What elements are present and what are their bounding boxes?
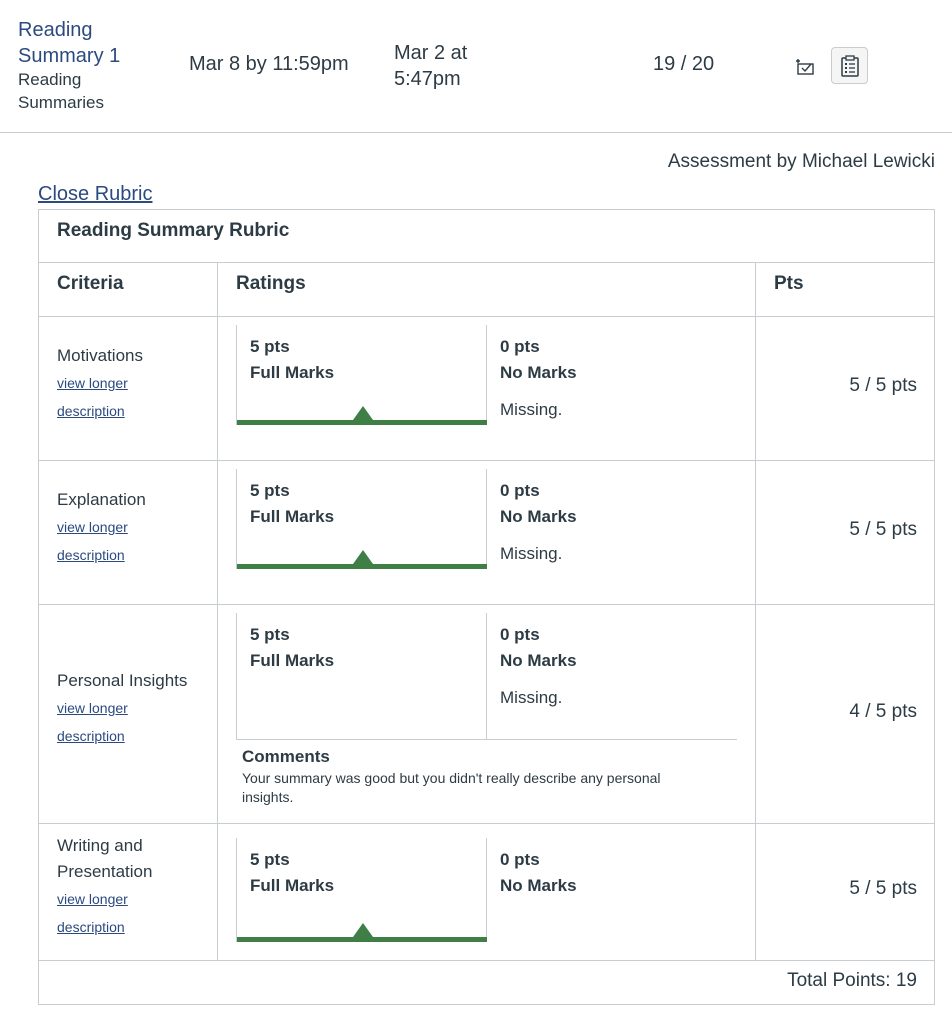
comment-check-icon[interactable]	[794, 55, 816, 77]
tier-label: No Marks	[500, 876, 577, 895]
ratings-cell: 5 pts Full Marks 0 pts No Marks	[218, 824, 756, 960]
criterion-row-personal-insights: Personal Insights view longer descriptio…	[39, 605, 934, 824]
criterion-row-motivations: Motivations view longer description 5 pt…	[39, 317, 934, 461]
criterion-cell: Personal Insights view longer descriptio…	[39, 605, 218, 823]
tier-label: Full Marks	[250, 507, 335, 526]
comments-title: Comments	[242, 747, 330, 766]
criterion-points: 5 / 5 pts	[849, 519, 917, 540]
tier-points: 0 pts	[500, 337, 540, 356]
criterion-row-explanation: Explanation view longer description 5 pt…	[39, 461, 934, 605]
rubric-table: Reading Summary Rubric Criteria Ratings …	[38, 209, 935, 1005]
rubric-clipboard-icon	[840, 54, 859, 77]
selected-indicator	[353, 923, 373, 937]
rating-tier-no-marks: 0 pts No Marks Missing.	[487, 325, 737, 425]
criterion-row-writing-presentation: Writing and Presentation view longer des…	[39, 824, 934, 961]
assignment-name-link[interactable]: Reading Summary 1	[18, 17, 158, 69]
assessor-comments: Comments Your summary was good but you d…	[236, 739, 737, 807]
criterion-description: Writing and Presentation	[57, 836, 153, 881]
criterion-points: 5 / 5 pts	[849, 878, 917, 899]
selected-bar	[237, 420, 487, 425]
description-text: description	[57, 919, 125, 935]
tier-label: No Marks	[500, 507, 577, 526]
view-longer-description-link[interactable]: view longer description	[57, 513, 217, 569]
header-ratings: Ratings	[218, 263, 756, 317]
rubric-button[interactable]	[831, 47, 868, 84]
view-longer-text: view longer	[57, 700, 128, 716]
tier-label: Full Marks	[250, 876, 335, 895]
criterion-cell: Motivations view longer description	[39, 317, 218, 460]
view-longer-description-link[interactable]: view longer description	[57, 885, 217, 941]
description-text: description	[57, 728, 125, 744]
view-longer-description-link[interactable]: view longer description	[57, 694, 217, 750]
ratings-cell: 5 pts Full Marks 0 pts No Marks Missing.…	[218, 605, 756, 823]
selected-bar	[237, 937, 487, 942]
header-pts: Pts	[756, 263, 934, 317]
view-longer-text: view longer	[57, 519, 128, 535]
points-cell: 5 / 5 pts	[756, 461, 934, 604]
view-longer-text: view longer	[57, 375, 128, 391]
ratings-cell: 5 pts Full Marks 0 pts No Marks Missing.	[218, 317, 756, 460]
rating-tier-full-marks: 5 pts Full Marks	[236, 613, 487, 739]
close-rubric-link[interactable]: Close Rubric	[38, 183, 152, 206]
points-cell: 5 / 5 pts	[756, 317, 934, 460]
criterion-points: 5 / 5 pts	[849, 375, 917, 396]
rating-tier-full-marks: 5 pts Full Marks	[236, 838, 487, 942]
submitted-date: Mar 2 at 5:47pm	[394, 42, 468, 90]
rating-tier-no-marks: 0 pts No Marks	[487, 838, 737, 942]
criterion-description: Explanation	[57, 490, 146, 509]
assessor-label: Assessment by Michael Lewicki	[667, 151, 935, 172]
points-cell: 4 / 5 pts	[756, 605, 934, 823]
tier-label: No Marks	[500, 651, 577, 670]
tier-points: 0 pts	[500, 850, 540, 869]
tier-label: Full Marks	[250, 651, 335, 670]
tier-points: 0 pts	[500, 625, 540, 644]
ratings-cell: 5 pts Full Marks 0 pts No Marks Missing.	[218, 461, 756, 604]
tier-label: No Marks	[500, 363, 577, 382]
score: 19 / 20	[653, 53, 715, 75]
tier-description: Missing.	[500, 688, 563, 707]
criterion-cell: Explanation view longer description	[39, 461, 218, 604]
rating-tier-full-marks: 5 pts Full Marks	[236, 325, 487, 425]
view-longer-description-link[interactable]: view longer description	[57, 369, 217, 425]
selected-indicator	[353, 550, 373, 564]
tier-points: 5 pts	[250, 850, 290, 869]
view-longer-text: view longer	[57, 891, 128, 907]
points-cell: 5 / 5 pts	[756, 824, 934, 960]
tier-description: Missing.	[500, 544, 563, 563]
tier-points: 0 pts	[500, 481, 540, 500]
assignment-group: Reading Summaries	[18, 70, 104, 112]
tier-points: 5 pts	[250, 337, 290, 356]
header-criteria: Criteria	[39, 263, 218, 317]
tier-description: Missing.	[500, 400, 563, 419]
comments-text: Your summary was good but you didn't rea…	[242, 770, 661, 805]
description-text: description	[57, 403, 125, 419]
rating-tier-no-marks: 0 pts No Marks Missing.	[487, 469, 737, 569]
criterion-cell: Writing and Presentation view longer des…	[39, 824, 218, 960]
tier-points: 5 pts	[250, 481, 290, 500]
total-points: Total Points: 19	[787, 970, 917, 991]
rubric-title: Reading Summary Rubric	[39, 210, 934, 263]
rating-tier-full-marks: 5 pts Full Marks	[236, 469, 487, 569]
selected-indicator	[353, 406, 373, 420]
tier-label: Full Marks	[250, 363, 335, 382]
tier-points: 5 pts	[250, 625, 290, 644]
assignment-row: Reading Summary 1 Reading Summaries Mar …	[0, 0, 952, 133]
criterion-points: 4 / 5 pts	[849, 701, 917, 722]
selected-bar	[237, 564, 487, 569]
criterion-description: Personal Insights	[57, 671, 188, 690]
description-text: description	[57, 547, 125, 563]
due-date: Mar 8 by 11:59pm	[189, 53, 349, 75]
rating-tier-no-marks: 0 pts No Marks Missing.	[487, 613, 737, 739]
criterion-description: Motivations	[57, 346, 143, 365]
